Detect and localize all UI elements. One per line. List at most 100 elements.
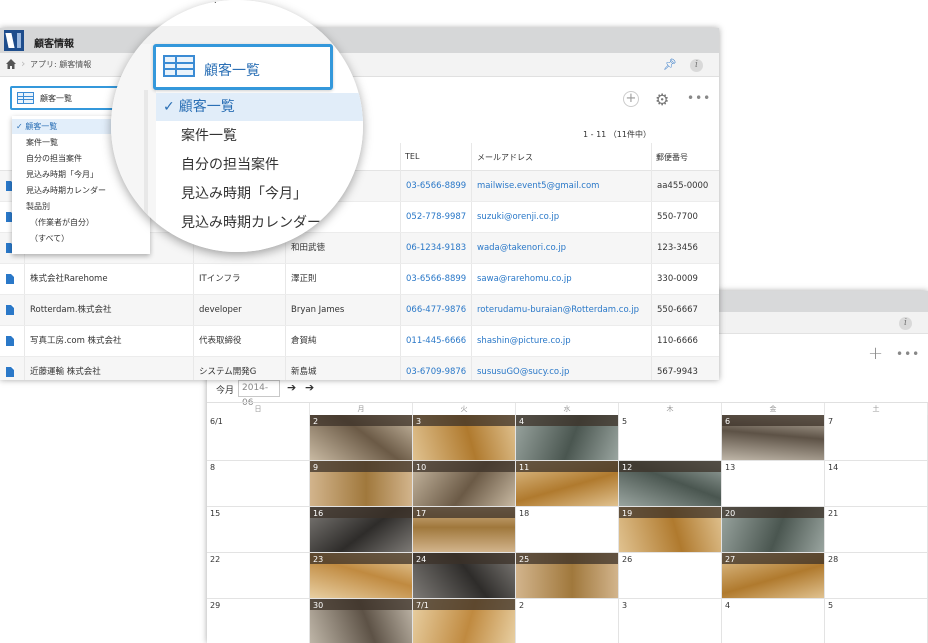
calendar-day-cell[interactable]: 29 (207, 599, 310, 643)
record-detail-icon[interactable] (6, 305, 14, 315)
calendar-day-cell[interactable]: 23 (310, 553, 413, 599)
lens-view-option[interactable]: 案件一覧 (156, 122, 363, 150)
next-month-icon[interactable]: ➔ (305, 381, 314, 394)
tel-cell[interactable]: 03-6566-8899 (400, 171, 471, 201)
calendar-day-cell[interactable]: 2 (310, 415, 413, 461)
day-number: 27 (725, 555, 736, 564)
record-detail-icon[interactable] (6, 367, 14, 377)
info-icon[interactable]: i (899, 317, 912, 330)
calendar-day-cell[interactable]: 3 (619, 599, 722, 643)
help-icon[interactable]: i (690, 59, 703, 72)
column-header-tel[interactable]: TEL (405, 152, 419, 161)
column-header-zip[interactable]: 郵便番号 (656, 152, 688, 163)
home-icon[interactable] (6, 59, 16, 69)
tel-cell[interactable]: 03-6566-8899 (400, 264, 471, 294)
table-view-icon (17, 92, 34, 104)
more-options-icon[interactable]: ••• (896, 347, 920, 361)
calendar-day-cell[interactable]: 13 (722, 461, 825, 507)
day-number: 26 (622, 555, 633, 564)
calendar-day-cell[interactable]: 16 (310, 507, 413, 553)
lens-view-option[interactable]: 見込み時期「今月」 (156, 180, 363, 208)
calendar-day-cell[interactable]: 28 (825, 553, 928, 599)
email-cell[interactable]: sususuGO@sucy.co.jp (471, 357, 651, 380)
calendar-day-cell[interactable]: 7 (825, 415, 928, 461)
tel-cell[interactable]: 03-6709-9876 (400, 357, 471, 380)
calendar-day-cell[interactable]: 27 (722, 553, 825, 599)
today-button[interactable]: 今月 (216, 383, 234, 396)
lens-view-option[interactable]: ✓ 顧客一覧 (156, 93, 363, 121)
calendar-day-cell[interactable]: 15 (207, 507, 310, 553)
calendar-day-cell[interactable]: 11 (516, 461, 619, 507)
column-header-email[interactable]: メールアドレス (477, 152, 533, 163)
day-number: 9 (313, 463, 319, 472)
calendar-day-cell[interactable]: 17 (413, 507, 516, 553)
email-cell[interactable]: suzuki@orenji.co.jp (471, 202, 651, 232)
email-cell[interactable]: shashin@picture.co.jp (471, 326, 651, 356)
email-cell[interactable]: mailwise.event5@gmail.com (471, 171, 651, 201)
calendar-day-cell[interactable]: 25 (516, 553, 619, 599)
calendar-day-cell[interactable]: 9 (310, 461, 413, 507)
weekday-label: 火 (413, 403, 516, 415)
email-cell[interactable]: roterudamu-buraian@Rotterdam.co.jp (471, 295, 651, 325)
add-record-icon[interactable]: + (868, 343, 883, 364)
email-cell[interactable]: wada@takenori.co.jp (471, 233, 651, 263)
tel-cell[interactable]: 052-778-9987 (400, 202, 471, 232)
day-number: 2 (519, 601, 525, 610)
lens-view-option-label: 自分の担当案件 (181, 157, 279, 173)
day-number: 22 (210, 555, 221, 564)
lens-view-selector[interactable]: 顧客一覧 (153, 44, 333, 90)
email-cell[interactable]: sawa@rarehomu.co.jp (471, 264, 651, 294)
breadcrumb-app-link[interactable]: アプリ: 顧客情報 (30, 59, 91, 70)
view-option-label: （作業者が自分） (30, 218, 94, 227)
table-row[interactable]: 写真工房.com 株式会社 代表取締役 倉賀純 011-445-6666 shashin… (0, 326, 719, 357)
calendar-day-cell[interactable]: 21 (825, 507, 928, 553)
prev-month-icon[interactable]: ➔ (287, 381, 296, 394)
calendar-day-cell[interactable]: 6 (722, 415, 825, 461)
calendar-day-cell[interactable]: 30 (310, 599, 413, 643)
add-record-button[interactable]: + (623, 91, 639, 107)
lens-breadcrumb-fragment: · · · (201, 0, 217, 9)
table-row[interactable]: Rotterdam.株式会社 developer Bryan James 066-47… (0, 295, 719, 326)
calendar-day-cell[interactable]: 24 (413, 553, 516, 599)
day-number: 17 (416, 509, 427, 518)
calendar-day-cell[interactable]: 20 (722, 507, 825, 553)
table-row[interactable]: 近藤運輸 株式会社 システム開発G 新島城 03-6709-9876 sususuGO@… (0, 357, 719, 380)
calendar-day-cell[interactable]: 10 (413, 461, 516, 507)
lens-view-option[interactable]: 自分の担当案件 (156, 151, 363, 179)
gear-icon[interactable]: ⚙ (655, 90, 669, 109)
tel-cell[interactable]: 06-1234-9183 (400, 233, 471, 263)
person-cell: Bryan James (285, 295, 400, 325)
calendar-day-cell[interactable]: 4 (516, 415, 619, 461)
calendar-day-cell[interactable]: 7/1 (413, 599, 516, 643)
zip-cell: 550-7700 (651, 202, 719, 232)
calendar-day-cell[interactable]: 5 (619, 415, 722, 461)
more-options-icon[interactable]: ••• (687, 91, 711, 105)
calendar-day-cell[interactable]: 4 (722, 599, 825, 643)
calendar-day-cell[interactable]: 2 (516, 599, 619, 643)
calendar-day-cell[interactable]: 19 (619, 507, 722, 553)
day-number: 15 (210, 509, 221, 518)
table-row[interactable]: 株式会社Rarehome ITインフラ 澤正則 03-6566-8899 sawa@ra… (0, 264, 719, 295)
calendar-day-cell[interactable]: 3 (413, 415, 516, 461)
calendar-day-cell[interactable]: 18 (516, 507, 619, 553)
pin-icon[interactable]: 📌︎ (663, 58, 677, 71)
calendar-day-cell[interactable]: 14 (825, 461, 928, 507)
tel-cell[interactable]: 011-445-6666 (400, 326, 471, 356)
weekday-label: 日 (207, 403, 310, 415)
tel-cell[interactable]: 066-477-9876 (400, 295, 471, 325)
record-detail-icon[interactable] (6, 274, 14, 284)
calendar-day-cell[interactable]: 8 (207, 461, 310, 507)
lens-view-option[interactable]: 見込み時期カレンダー (156, 209, 363, 237)
calendar-day-cell[interactable]: 6/1 (207, 415, 310, 461)
record-detail-icon[interactable] (6, 336, 14, 346)
day-number: 12 (622, 463, 633, 472)
department-cell: システム開発G (193, 357, 285, 380)
view-option-label: 製品別 (26, 202, 50, 211)
calendar-day-cell[interactable]: 22 (207, 553, 310, 599)
calendar-day-cell[interactable]: 12 (619, 461, 722, 507)
lens-view-selector-label: 顧客一覧 (204, 63, 260, 79)
calendar-day-cell[interactable]: 26 (619, 553, 722, 599)
month-input[interactable]: 2014-06 (238, 380, 280, 408)
weekday-label: 水 (516, 403, 619, 415)
calendar-day-cell[interactable]: 5 (825, 599, 928, 643)
